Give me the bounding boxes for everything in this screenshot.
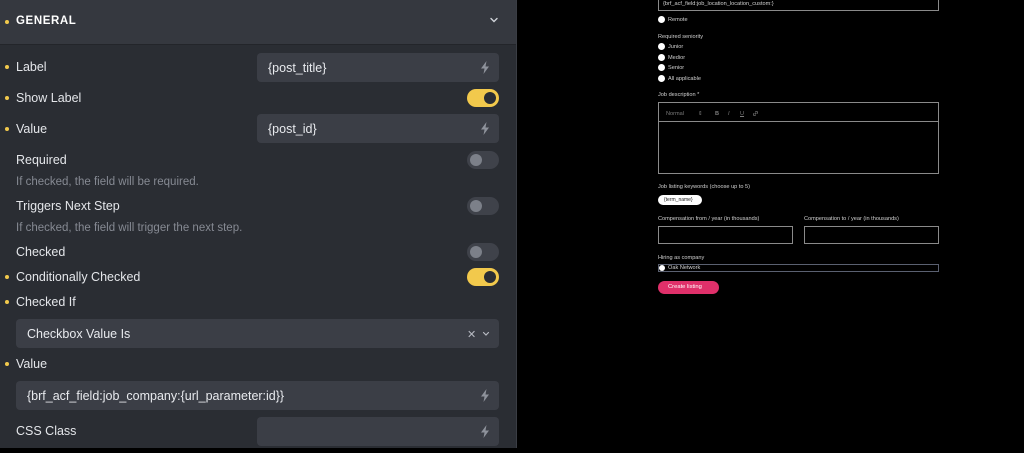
- checked-setting-label: Checked: [16, 245, 66, 259]
- label-input[interactable]: {post_title}: [257, 53, 499, 82]
- link-icon[interactable]: [752, 110, 759, 117]
- clear-icon[interactable]: ✕: [467, 328, 476, 341]
- keyword-chip-label: {term_name}: [664, 197, 693, 203]
- chevron-down-icon[interactable]: [482, 330, 490, 338]
- show-label-toggle[interactable]: [467, 89, 499, 107]
- css-class-input[interactable]: [257, 417, 499, 446]
- radio-junior-label: Junior: [668, 44, 684, 50]
- company-option-row[interactable]: Oak Network: [658, 264, 939, 272]
- checked-if-label: Checked If: [16, 295, 76, 309]
- comp-from-input[interactable]: [658, 226, 793, 244]
- dynamic-data-bolt-icon[interactable]: [480, 389, 490, 402]
- value-input[interactable]: {post_id}: [257, 114, 499, 143]
- modified-dot: [5, 300, 9, 304]
- triggers-next-step-toggle[interactable]: [467, 197, 499, 215]
- radio-senior-label: Senior: [668, 65, 685, 71]
- radio-medior[interactable]: [658, 54, 665, 61]
- value2-setting-label: Value: [16, 357, 48, 371]
- required-toggle[interactable]: [467, 151, 499, 169]
- modified-dot: [5, 20, 9, 24]
- chevron-down-icon[interactable]: [489, 15, 499, 25]
- comp-to-input[interactable]: [804, 226, 939, 244]
- section-title: GENERAL: [16, 15, 77, 27]
- company-option-label: Oak Network: [668, 265, 701, 271]
- radio-senior[interactable]: [658, 64, 665, 71]
- dynamic-data-bolt-icon[interactable]: [480, 425, 490, 438]
- radio-all-applicable-label: All applicable: [668, 76, 701, 82]
- location-input-value: {brf_acf_field:job_location_location_cus…: [663, 1, 774, 7]
- editor-toolbar-divider: [658, 121, 939, 122]
- required-hint: If checked, the field will be required.: [16, 176, 199, 188]
- checked-if-select[interactable]: Checkbox Value Is ✕: [16, 319, 499, 348]
- comp-to-label: Compensation to / year (in thousands): [804, 216, 899, 222]
- comp-from-label: Compensation from / year (in thousands): [658, 216, 760, 222]
- modified-dot: [5, 362, 9, 366]
- label-setting-label: Label: [16, 60, 47, 74]
- location-input[interactable]: {brf_acf_field:job_location_location_cus…: [658, 0, 939, 11]
- keywords-label: Job listing keywords (choose up to 5): [658, 184, 751, 190]
- seniority-label: Required seniority: [658, 34, 704, 40]
- checked-if-selected-value: Checkbox Value Is: [27, 327, 131, 341]
- italic-icon[interactable]: I: [728, 111, 730, 117]
- triggers-next-step-hint: If checked, the field will trigger the n…: [16, 222, 243, 234]
- value-setting-label: Value: [16, 122, 48, 136]
- create-listing-label: Create listing: [668, 284, 702, 290]
- checked-toggle[interactable]: [467, 243, 499, 261]
- value-input-value: {post_id}: [268, 122, 317, 136]
- underline-icon[interactable]: U: [740, 111, 744, 117]
- hiring-company-label: Hiring as company: [658, 255, 705, 261]
- value2-input-value: {brf_acf_field:job_company:{url_paramete…: [27, 389, 285, 403]
- dynamic-data-bolt-icon[interactable]: [480, 61, 490, 74]
- editor-style-select[interactable]: Normal: [666, 111, 684, 117]
- triggers-next-step-label: Triggers Next Step: [16, 199, 120, 213]
- general-section-header[interactable]: GENERAL: [0, 0, 516, 45]
- show-label-setting-label: Show Label: [16, 91, 82, 105]
- modified-dot: [5, 65, 9, 69]
- keyword-chip[interactable]: {term_name}: [658, 195, 702, 205]
- job-description-label: Job description *: [658, 92, 700, 98]
- modified-dot: [5, 96, 9, 100]
- label-input-value: {post_title}: [268, 61, 327, 75]
- create-listing-button[interactable]: Create listing: [658, 281, 719, 294]
- radio-all-applicable[interactable]: [658, 75, 665, 82]
- radio-remote-label: Remote: [668, 17, 688, 23]
- element-settings-panel: GENERAL Label {post_title} Show Label Va…: [0, 0, 517, 448]
- radio-medior-label: Medior: [668, 55, 686, 61]
- bold-icon[interactable]: B: [715, 111, 719, 117]
- dynamic-data-bolt-icon[interactable]: [480, 122, 490, 135]
- radio-company[interactable]: [659, 265, 665, 271]
- conditionally-checked-toggle[interactable]: [467, 268, 499, 286]
- modified-dot: [5, 127, 9, 131]
- editor-style-caret-icon[interactable]: ⇕: [698, 111, 703, 117]
- conditionally-checked-label: Conditionally Checked: [16, 270, 141, 284]
- radio-junior[interactable]: [658, 43, 665, 50]
- required-setting-label: Required: [16, 153, 67, 167]
- form-preview-canvas: {brf_acf_field:job_location_location_cus…: [518, 0, 1024, 453]
- radio-remote[interactable]: [658, 16, 665, 23]
- css-class-label: CSS Class: [16, 424, 77, 438]
- value2-input[interactable]: {brf_acf_field:job_company:{url_paramete…: [16, 381, 499, 410]
- modified-dot: [5, 275, 9, 279]
